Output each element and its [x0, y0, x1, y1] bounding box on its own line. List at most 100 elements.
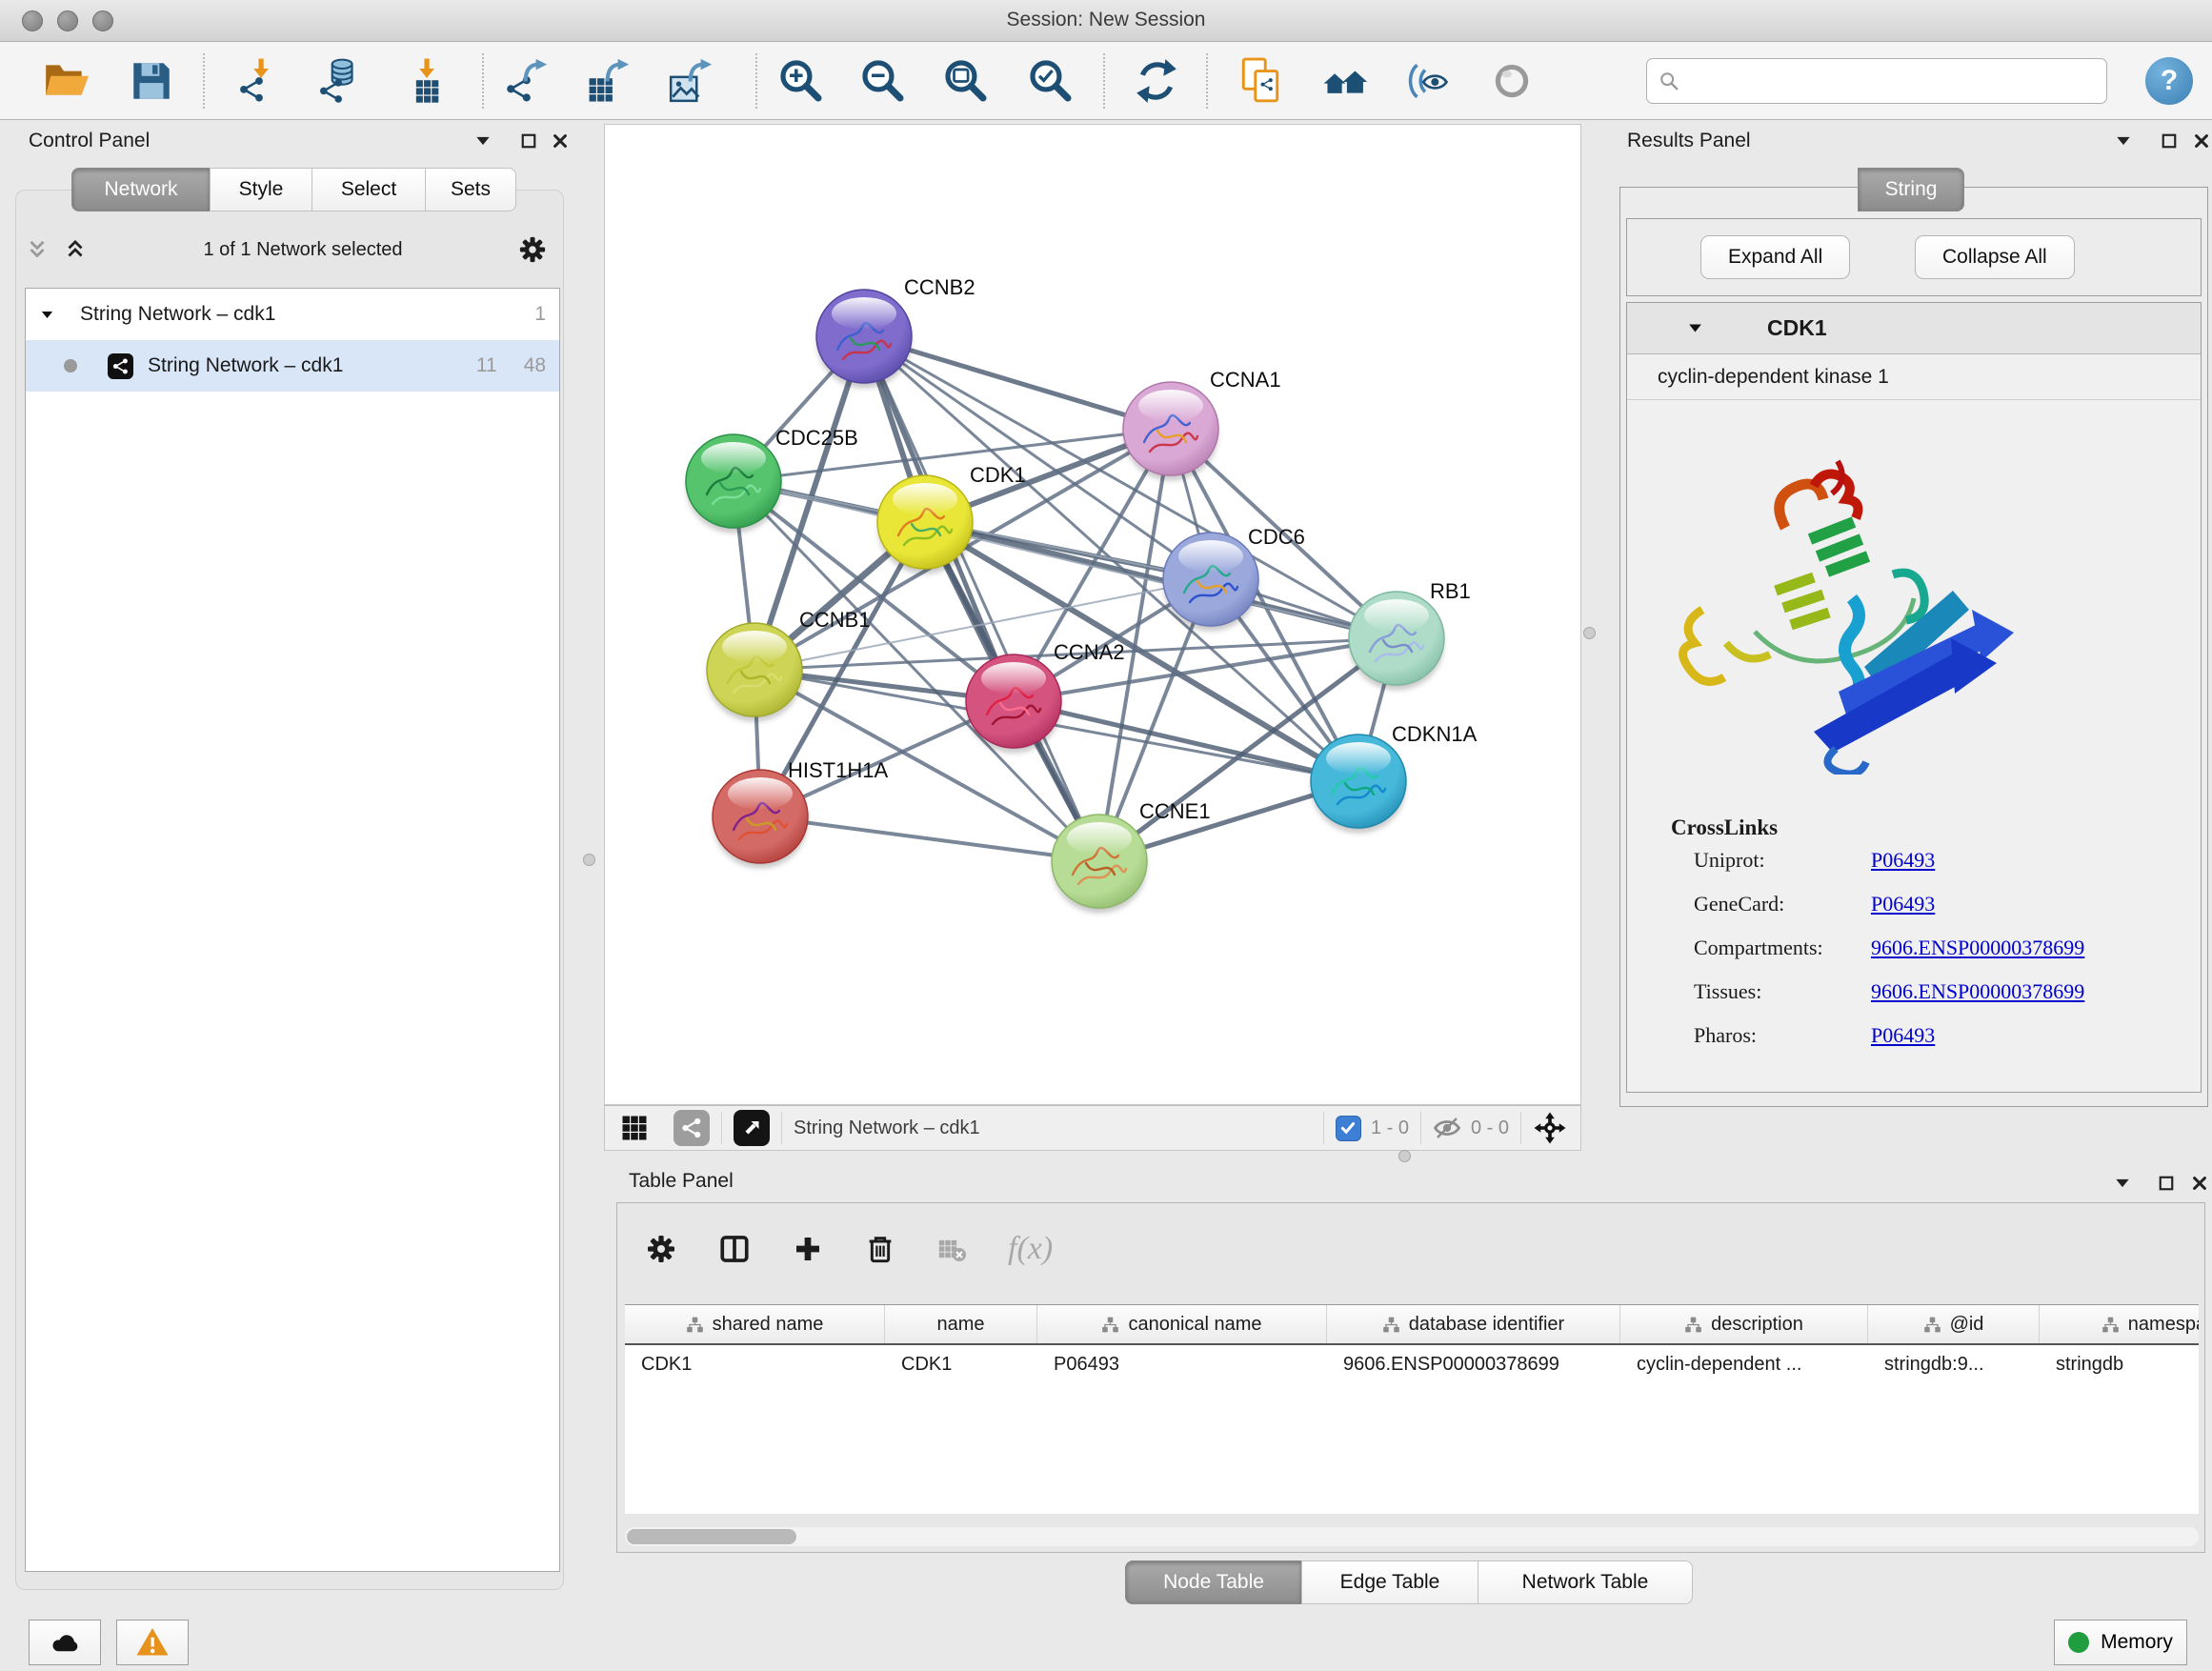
zoom-in-button[interactable]	[777, 57, 825, 105]
tab-style[interactable]: Style	[210, 168, 312, 211]
network-node-CCNA1[interactable]	[1123, 382, 1218, 479]
table-cell[interactable]: stringdb:9...	[1868, 1345, 2040, 1387]
export-table-button[interactable]	[584, 57, 632, 105]
float-panel-icon[interactable]	[2113, 1174, 2132, 1193]
view-grid-icon[interactable]	[620, 1114, 649, 1142]
close-panel-icon[interactable]	[551, 131, 570, 151]
import-network-from-database-button[interactable]	[315, 57, 363, 105]
maximize-panel-icon[interactable]	[519, 131, 538, 151]
float-panel-icon[interactable]	[473, 131, 493, 151]
network-canvas[interactable]: CCNB2CCNA1CDC25BCDK1CDC6RB1CCNB1CCNA2CDK…	[604, 124, 1581, 1105]
table-horizontal-scrollbar[interactable]	[625, 1527, 2199, 1546]
column-header-namespace[interactable]: namespace	[2040, 1305, 2199, 1343]
network-node-CCNE1[interactable]	[1052, 815, 1147, 912]
network-edge[interactable]	[760, 816, 1099, 861]
delete-column-icon[interactable]	[865, 1234, 895, 1264]
table-cell[interactable]: CDK1	[625, 1345, 885, 1387]
enhance-graphics-button[interactable]	[1403, 57, 1451, 105]
import-table-from-file-button[interactable]	[402, 57, 450, 105]
column-header-canonical-name[interactable]: canonical name	[1037, 1305, 1327, 1343]
hidden-eye-icon[interactable]	[1433, 1114, 1461, 1142]
float-panel-icon[interactable]	[2114, 131, 2133, 151]
tab-select[interactable]: Select	[312, 168, 426, 211]
network-node-CDK1[interactable]	[877, 475, 973, 573]
network-node-HIST1H1A[interactable]	[713, 770, 808, 867]
string-home-button[interactable]	[1321, 57, 1369, 105]
maximize-panel-icon[interactable]	[2157, 1174, 2176, 1193]
import-network-from-file-button[interactable]	[235, 57, 283, 105]
add-column-icon[interactable]	[793, 1234, 823, 1264]
table-cell[interactable]: stringdb	[2040, 1345, 2199, 1387]
network-options-gear-icon[interactable]	[518, 235, 547, 264]
tab-network-table[interactable]: Network Table	[1478, 1560, 1693, 1604]
column-header-name[interactable]: name	[885, 1305, 1037, 1343]
tab-edge-table[interactable]: Edge Table	[1301, 1560, 1478, 1604]
network-node-CDC25B[interactable]	[686, 434, 781, 532]
cloud-status-button[interactable]	[29, 1620, 101, 1665]
show-graphics-details-button[interactable]	[1488, 57, 1536, 105]
show-columns-icon[interactable]	[718, 1233, 751, 1265]
scrollbar-thumb[interactable]	[627, 1529, 796, 1544]
network-row[interactable]: String Network – cdk1 11 48	[26, 340, 559, 392]
crosslink-link[interactable]: P06493	[1871, 848, 1935, 872]
warnings-button[interactable]	[116, 1620, 189, 1665]
table-row[interactable]: CDK1CDK1P064939606.ENSP00000378699cyclin…	[625, 1345, 2199, 1387]
collection-expander-icon[interactable]	[39, 307, 55, 323]
vertical-splitter-handle-2[interactable]	[1583, 627, 1596, 639]
expand-all-networks-icon[interactable]	[63, 237, 88, 262]
pan-crosshair-icon[interactable]	[1533, 1111, 1567, 1145]
birds-eye-view-icon[interactable]	[734, 1110, 770, 1146]
zoom-selected-button[interactable]	[1027, 57, 1075, 105]
vertical-splitter-handle[interactable]	[583, 854, 595, 866]
close-panel-icon[interactable]	[2192, 131, 2211, 151]
function-builder-button[interactable]: f(x)	[1008, 1231, 1053, 1267]
horizontal-splitter-handle[interactable]	[1398, 1150, 1411, 1162]
tab-string-results[interactable]: String	[1858, 168, 1964, 211]
expand-all-button[interactable]: Expand All	[1700, 235, 1850, 279]
tab-node-table[interactable]: Node Table	[1125, 1560, 1302, 1604]
delete-table-icon[interactable]	[937, 1235, 966, 1263]
collapse-all-networks-icon[interactable]	[25, 237, 50, 262]
memory-button[interactable]: Memory	[2054, 1620, 2187, 1665]
export-image-button[interactable]	[667, 57, 714, 105]
maximize-panel-icon[interactable]	[2160, 131, 2179, 151]
section-expander-icon[interactable]	[1686, 319, 1704, 337]
column-header-database-identifier[interactable]: database identifier	[1327, 1305, 1620, 1343]
table-cell[interactable]: cyclin-dependent ...	[1620, 1345, 1868, 1387]
crosslink-link[interactable]: P06493	[1871, 1023, 1935, 1047]
table-cell[interactable]: 9606.ENSP00000378699	[1327, 1345, 1620, 1387]
tab-sets[interactable]: Sets	[425, 168, 516, 211]
column-header-shared-name[interactable]: shared name	[625, 1305, 885, 1343]
close-panel-icon[interactable]	[2190, 1174, 2209, 1193]
zoom-out-button[interactable]	[859, 57, 907, 105]
table-cell[interactable]: P06493	[1037, 1345, 1327, 1387]
collapse-all-button[interactable]: Collapse All	[1915, 235, 2075, 279]
table-options-gear-icon[interactable]	[646, 1234, 676, 1264]
column-header--id[interactable]: @id	[1868, 1305, 2040, 1343]
network-node-CCNB2[interactable]	[816, 290, 912, 387]
help-button[interactable]: ?	[2145, 57, 2193, 105]
network-node-CDC6[interactable]	[1163, 533, 1258, 630]
network-node-CCNB1[interactable]	[707, 623, 802, 720]
apply-layout-button[interactable]	[1133, 57, 1180, 105]
view-network-icon[interactable]	[674, 1110, 710, 1146]
crosslink-link[interactable]: P06493	[1871, 892, 1935, 916]
gene-section-header[interactable]: CDK1	[1627, 303, 2201, 354]
table-cell[interactable]: CDK1	[885, 1345, 1037, 1387]
network-node-CCNA2[interactable]	[966, 654, 1061, 752]
network-edge[interactable]	[864, 336, 1099, 861]
column-header-description[interactable]: description	[1620, 1305, 1868, 1343]
crosslink-link[interactable]: 9606.ENSP00000378699	[1871, 936, 2084, 959]
network-node-CDKN1A[interactable]	[1311, 735, 1406, 832]
import-string-file-button[interactable]	[1237, 57, 1284, 105]
export-network-button[interactable]	[502, 57, 550, 105]
network-node-RB1[interactable]	[1349, 592, 1444, 689]
open-session-button[interactable]	[42, 57, 90, 105]
crosslink-link[interactable]: 9606.ENSP00000378699	[1871, 979, 2084, 1003]
selected-checkbox-icon[interactable]	[1336, 1116, 1361, 1141]
save-session-button[interactable]	[128, 57, 175, 105]
network-collection-row[interactable]: String Network – cdk1 1	[26, 289, 559, 340]
zoom-fit-button[interactable]	[942, 57, 990, 105]
search-input[interactable]	[1687, 70, 2095, 92]
tab-network[interactable]: Network	[71, 168, 211, 211]
